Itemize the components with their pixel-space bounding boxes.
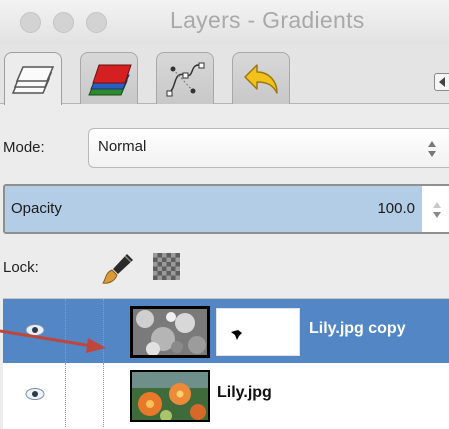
chain-column-divider (103, 363, 104, 427)
tab-channels[interactable] (80, 52, 138, 104)
eye-icon[interactable] (25, 323, 45, 337)
tab-undo-history[interactable] (232, 52, 290, 104)
tab-menu-button[interactable] (434, 73, 449, 91)
zoom-window-button[interactable] (86, 12, 107, 33)
layer-mask-thumbnail[interactable] (216, 308, 300, 356)
lock-pixels-brush-icon[interactable] (100, 250, 136, 286)
window-title: Layers - Gradients (170, 7, 365, 33)
layer-name[interactable]: Lily.jpg (217, 384, 272, 402)
opacity-slider[interactable]: Opacity 100.0 (3, 184, 449, 234)
mask-shape-icon (231, 330, 242, 340)
dock-tab-strip (0, 44, 449, 105)
tab-paths[interactable] (156, 52, 214, 104)
lock-label: Lock: (3, 259, 39, 276)
mode-select[interactable]: Normal (88, 128, 449, 168)
layers-icon (11, 66, 55, 94)
tab-layers[interactable] (4, 52, 62, 105)
layer-row-selected[interactable]: Lily.jpg copy (3, 299, 449, 363)
channels-icon (88, 64, 132, 96)
chevron-left-icon (439, 77, 445, 87)
visibility-column-divider (65, 363, 66, 427)
undo-history-icon (244, 64, 278, 94)
paths-icon (166, 62, 205, 97)
title-bar: Layers - Gradients (0, 0, 449, 44)
layer-thumbnail[interactable] (130, 370, 210, 422)
layer-row[interactable]: Lily.jpg (3, 363, 449, 427)
mode-value: Normal (98, 138, 147, 155)
minimize-window-button[interactable] (53, 12, 74, 33)
layer-list: Lily.jpg copy Lily.jpg (3, 298, 449, 429)
layer-thumbnail[interactable] (130, 306, 210, 358)
layer-name[interactable]: Lily.jpg copy (309, 320, 406, 338)
chain-column-divider (103, 299, 104, 363)
visibility-column-divider (65, 299, 66, 363)
eye-icon[interactable] (25, 387, 45, 401)
opacity-fill (5, 186, 423, 232)
mode-label: Mode: (3, 139, 45, 156)
grayscale-lily-thumbnail-icon (133, 309, 207, 355)
lock-alpha-checker-icon[interactable] (153, 253, 180, 280)
opacity-value: 100.0 (377, 200, 415, 217)
opacity-label: Opacity (11, 200, 62, 217)
close-window-button[interactable] (20, 12, 41, 33)
lily-color-thumbnail-icon (132, 372, 208, 420)
